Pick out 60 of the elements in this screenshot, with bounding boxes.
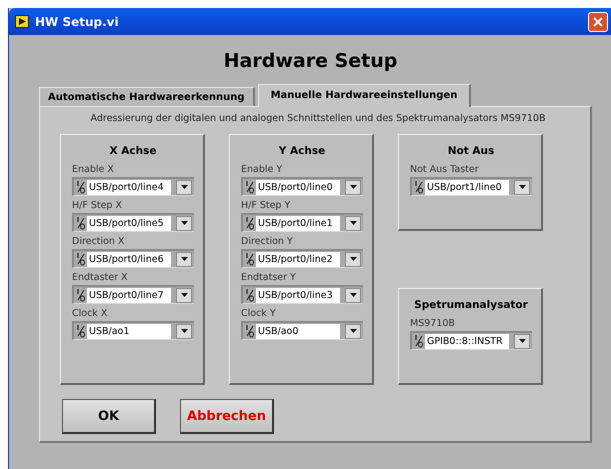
field-label: Direction Y	[241, 236, 294, 247]
field-label: Clock X	[72, 308, 108, 319]
io-icon	[76, 216, 86, 230]
close-icon[interactable]	[588, 12, 608, 32]
io-icon	[245, 252, 255, 266]
window-title: HW Setup.vi	[35, 14, 120, 28]
io-icon	[76, 324, 86, 338]
dropdown-value: GPIB0::8::INSTR	[425, 334, 509, 348]
dropdown-value: USB/port0/line6	[87, 252, 171, 266]
description: Adressierung der digitalen und analogen Schnittstellen und des Spektrumanalysators MS9710B	[90, 113, 546, 124]
dropdown-value: USB/port0/line3	[256, 288, 340, 302]
io-icon	[245, 288, 255, 302]
group-title: Spetrumanalysator	[413, 299, 529, 311]
io-icon	[245, 324, 255, 338]
io-icon	[414, 180, 424, 194]
dropdown-value: USB/port1/line0	[425, 180, 509, 194]
io-icon	[414, 334, 424, 348]
tab[interactable]: Automatische Hardwareerkennung	[39, 87, 255, 106]
dropdown-value: USB/port0/line1	[256, 216, 340, 230]
field-label: Clock Y	[241, 308, 277, 319]
io-dropdown[interactable]: USB/port0/line6	[72, 249, 194, 268]
group-title: Y Achse	[278, 145, 326, 157]
field-label: Direction X	[72, 236, 126, 247]
io-icon	[76, 252, 86, 266]
io-dropdown[interactable]: USB/port0/line0	[241, 177, 363, 196]
io-dropdown[interactable]: USB/ao0	[241, 321, 363, 340]
io-dropdown[interactable]: USB/port0/line5	[72, 213, 194, 232]
io-dropdown[interactable]: USB/port0/line3	[241, 285, 363, 304]
dropdown-value: USB/port0/line4	[87, 180, 171, 194]
io-dropdown[interactable]: USB/ao1	[72, 321, 194, 340]
app-icon	[15, 15, 29, 28]
field-label: Not Aus Taster	[410, 164, 480, 175]
io-dropdown[interactable]: GPIB0::8::INSTR	[410, 331, 532, 350]
group-title: X Achse	[108, 145, 158, 157]
field-label: Enable Y	[241, 164, 284, 175]
io-dropdown[interactable]: USB/port0/line2	[241, 249, 363, 268]
dropdown-value: USB/ao1	[87, 324, 171, 338]
io-dropdown[interactable]: USB/port0/line4	[72, 177, 194, 196]
heading: Hardware Setup	[222, 50, 398, 72]
ok-button[interactable]: OK	[62, 399, 156, 434]
dropdown-value: USB/port0/line2	[256, 252, 340, 266]
field-label: H/F Step Y	[241, 200, 292, 211]
field-label: Endtatser Y	[241, 272, 297, 283]
io-icon	[245, 180, 255, 194]
group-title: Not Aus	[446, 145, 496, 157]
io-dropdown[interactable]: USB/port0/line1	[241, 213, 363, 232]
dropdown-value: USB/port0/line5	[87, 216, 171, 230]
io-icon	[76, 288, 86, 302]
dropdown-value: USB/port0/line7	[87, 288, 171, 302]
field-label: H/F Step X	[72, 200, 123, 211]
io-icon	[245, 216, 255, 230]
dropdown-value: USB/port0/line0	[256, 180, 340, 194]
field-label: Endtaster X	[72, 272, 129, 283]
field-label: MS9710B	[410, 318, 456, 329]
field-label: Enable X	[72, 164, 115, 175]
io-dropdown[interactable]: USB/port1/line0	[410, 177, 532, 196]
io-icon	[76, 180, 86, 194]
tab[interactable]: Manuelle Hardwareeinstellungen	[258, 84, 472, 107]
io-dropdown[interactable]: USB/port0/line7	[72, 285, 194, 304]
dropdown-value: USB/ao0	[256, 324, 340, 338]
